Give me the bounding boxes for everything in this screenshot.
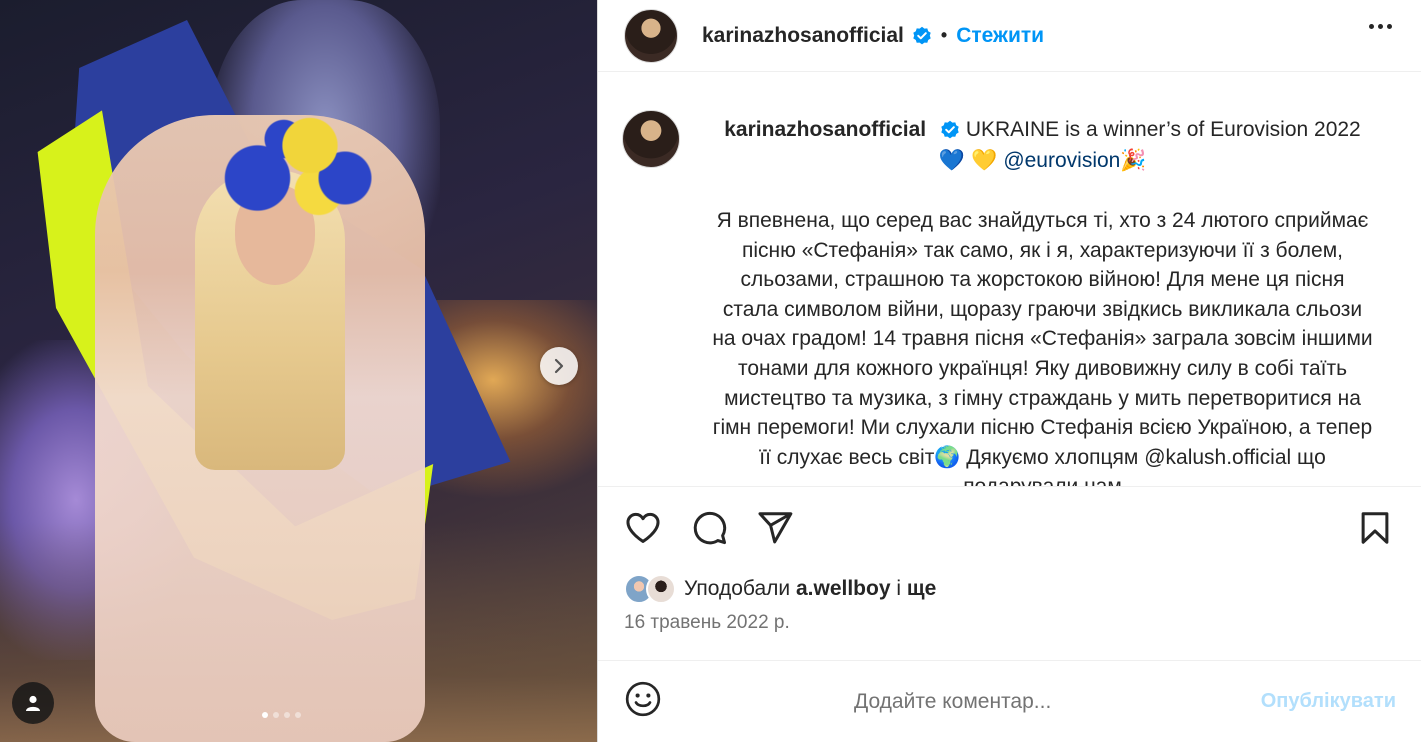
like-button[interactable]	[624, 509, 662, 552]
liker-username[interactable]: a.wellboy	[796, 577, 891, 600]
likes-more-link[interactable]: ще	[907, 577, 936, 600]
post-media[interactable]	[0, 0, 597, 742]
emoji-picker-button[interactable]	[624, 680, 662, 723]
verified-badge-icon	[912, 26, 932, 46]
carousel-dot	[262, 712, 268, 718]
post-date[interactable]: 16 травень 2022 р.	[624, 612, 790, 634]
more-options-icon[interactable]	[1369, 24, 1392, 29]
caption-headline: UKRAINE is a winner’s of Eurovision 2022	[965, 118, 1361, 141]
emoji-icon	[625, 681, 661, 717]
caption-body: Я впевнена, що серед вас знайдуться ті, …	[712, 209, 1373, 486]
comment-input[interactable]	[854, 689, 1204, 714]
follow-button[interactable]: Стежити	[956, 24, 1044, 48]
likes-and: і	[896, 577, 902, 600]
carousel-dot	[273, 712, 279, 718]
heart-icon	[626, 512, 660, 543]
post-header: karinazhosanofficial • Стежити	[598, 0, 1421, 72]
carousel-next-button[interactable]	[540, 347, 578, 385]
caption-mention-link[interactable]: @eurovision	[1003, 149, 1120, 172]
comment-button[interactable]	[690, 509, 728, 552]
likes-text: Уподобали a.wellboy і ще	[684, 577, 936, 601]
caption-author-username[interactable]: karinazhosanofficial	[724, 118, 926, 141]
caption-scroll-area[interactable]: karinazhosanofficial UKRAINE is a winner…	[598, 86, 1421, 486]
carousel-indicator	[262, 712, 301, 718]
comment-composer: Опублікувати	[598, 660, 1421, 742]
comment-icon	[693, 511, 727, 545]
user-tag-icon	[26, 695, 40, 711]
caption-author-avatar[interactable]	[622, 110, 680, 168]
bookmark-icon	[1361, 512, 1389, 544]
post-side-panel: karinazhosanofficial • Стежити karinazho…	[597, 0, 1421, 742]
user-tag-button[interactable]	[12, 682, 54, 724]
caption-divider	[598, 486, 1421, 487]
carousel-dot	[284, 712, 290, 718]
caption-heart-emojis: 💙 💛	[938, 148, 998, 172]
author-username[interactable]: karinazhosanofficial	[702, 24, 904, 48]
party-emoji: 🎉	[1120, 148, 1147, 172]
likes-prefix: Уподобали	[684, 577, 791, 600]
author-avatar[interactable]	[624, 8, 678, 63]
chevron-right-icon	[554, 358, 564, 374]
header-separator: •	[940, 25, 948, 45]
likes-summary: Уподобали a.wellboy і ще	[624, 574, 936, 604]
share-button[interactable]	[756, 509, 794, 552]
carousel-dot	[295, 712, 301, 718]
liker-avatar[interactable]	[646, 574, 676, 604]
caption: karinazhosanofficial UKRAINE is a winner…	[710, 115, 1375, 486]
publish-comment-button[interactable]: Опублікувати	[1261, 690, 1396, 713]
caption-headline-line: karinazhosanofficial UKRAINE is a winner…	[710, 115, 1375, 176]
post-actions	[624, 509, 1394, 549]
save-button[interactable]	[1356, 509, 1394, 552]
flower-wreath	[205, 100, 380, 230]
share-icon	[758, 512, 793, 544]
instagram-post-view: karinazhosanofficial • Стежити karinazho…	[0, 0, 1421, 742]
verified-badge-icon	[940, 120, 960, 140]
